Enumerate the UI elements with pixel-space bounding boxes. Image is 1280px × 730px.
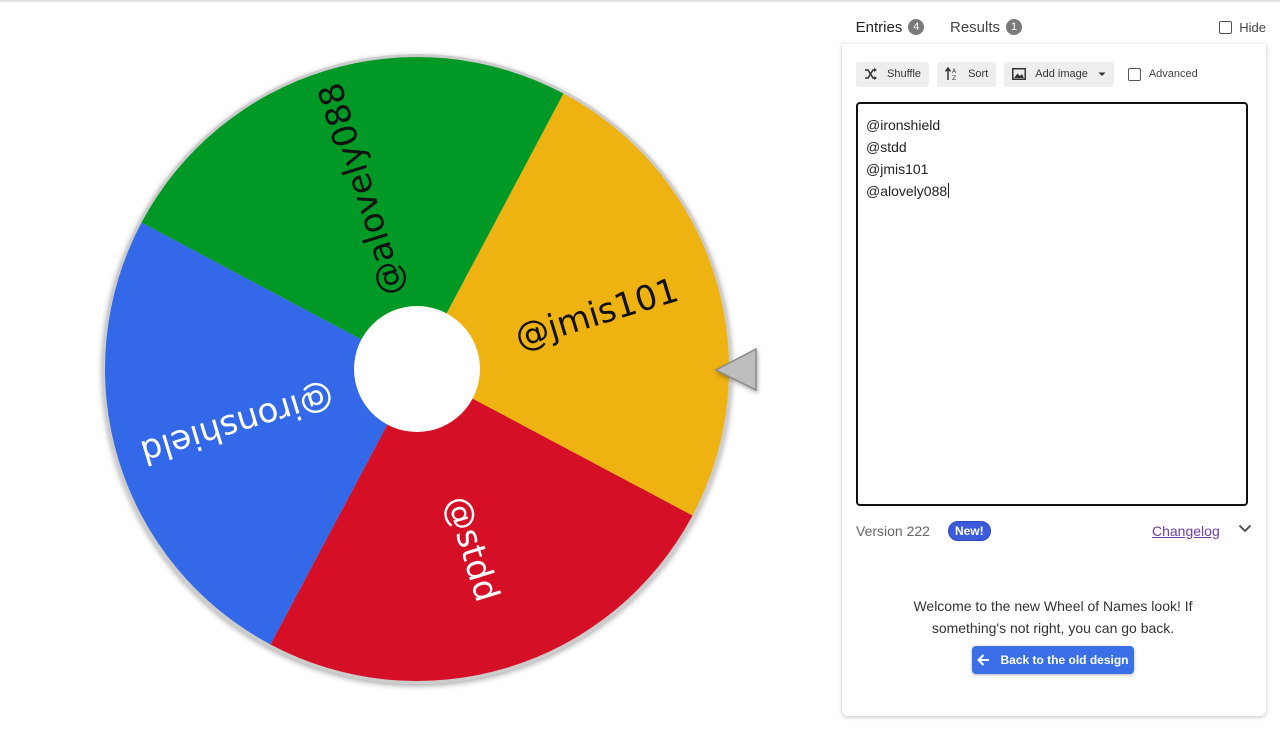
hide-checkbox[interactable]: [1219, 21, 1233, 34]
tab-results[interactable]: Results 1: [950, 10, 1026, 44]
shuffle-label: Shuffle: [887, 68, 922, 80]
new-badge: New!: [947, 521, 991, 541]
entry-line-last: @alovely088: [866, 180, 1238, 202]
results-count-badge: 1: [1006, 19, 1023, 35]
advanced-checkbox[interactable]: [1127, 67, 1141, 81]
arrow-left-icon: [977, 654, 990, 666]
sort-icon: A Z: [945, 67, 957, 81]
back-button-label: Back to the old design: [1000, 653, 1129, 667]
add-image-label: Add image: [1035, 68, 1088, 80]
svg-text:A: A: [952, 68, 957, 75]
entry-line: @jmis101: [866, 161, 929, 177]
tab-entries[interactable]: Entries 4: [842, 10, 938, 46]
version-row: Version 222 New! Changelog: [856, 519, 1252, 543]
entries-count-badge: 4: [908, 19, 925, 35]
svg-text:Z: Z: [952, 75, 956, 81]
wheel-area[interactable]: @ironshield @stdd @jmis101 @alovely088: [0, 0, 840, 730]
entry-line-text: @alovely088: [866, 183, 948, 199]
triangle-pointer-icon: [714, 347, 757, 392]
add-image-button[interactable]: Add image: [1004, 61, 1114, 87]
image-icon: [1012, 68, 1027, 80]
entry-line: @ironshield: [866, 117, 941, 133]
entry-line: @stdd: [866, 139, 907, 155]
welcome-line-2: something's not right, you can go back.: [931, 620, 1175, 636]
version-text: Version 222: [856, 523, 930, 539]
tab-entries-label: Entries: [855, 18, 903, 36]
sort-button[interactable]: A Z Sort: [937, 61, 997, 87]
shuffle-button[interactable]: Shuffle: [856, 61, 930, 87]
text-cursor: [948, 183, 950, 198]
tab-bar: Entries 4 Results 1 Hide: [842, 10, 1266, 46]
entries-toolbar: Shuffle A Z Sort Add image Advanced: [856, 61, 1198, 87]
advanced-checkbox-wrap[interactable]: Advanced: [1127, 67, 1198, 81]
welcome-message: Welcome to the new Wheel of Names look! …: [892, 595, 1214, 639]
advanced-label: Advanced: [1148, 68, 1198, 80]
changelog-link[interactable]: Changelog: [1152, 523, 1220, 539]
sort-label: Sort: [968, 68, 989, 80]
chevron-down-icon[interactable]: [1098, 72, 1106, 77]
tab-results-label: Results: [950, 18, 1001, 36]
wheel-center-hub[interactable]: [354, 306, 480, 432]
shuffle-icon: [865, 68, 877, 80]
chevron-down-icon[interactable]: [1238, 524, 1252, 533]
entries-textarea[interactable]: @ironshield @stdd @jmis101 @alovely088: [856, 102, 1248, 506]
welcome-line-1: Welcome to the new Wheel of Names look! …: [913, 598, 1193, 614]
hide-checkbox-wrap[interactable]: Hide: [1219, 20, 1266, 35]
back-to-old-design-button[interactable]: Back to the old design: [972, 646, 1134, 674]
hide-label: Hide: [1239, 20, 1266, 35]
entries-panel: Shuffle A Z Sort Add image Advanced @iro…: [842, 44, 1266, 716]
